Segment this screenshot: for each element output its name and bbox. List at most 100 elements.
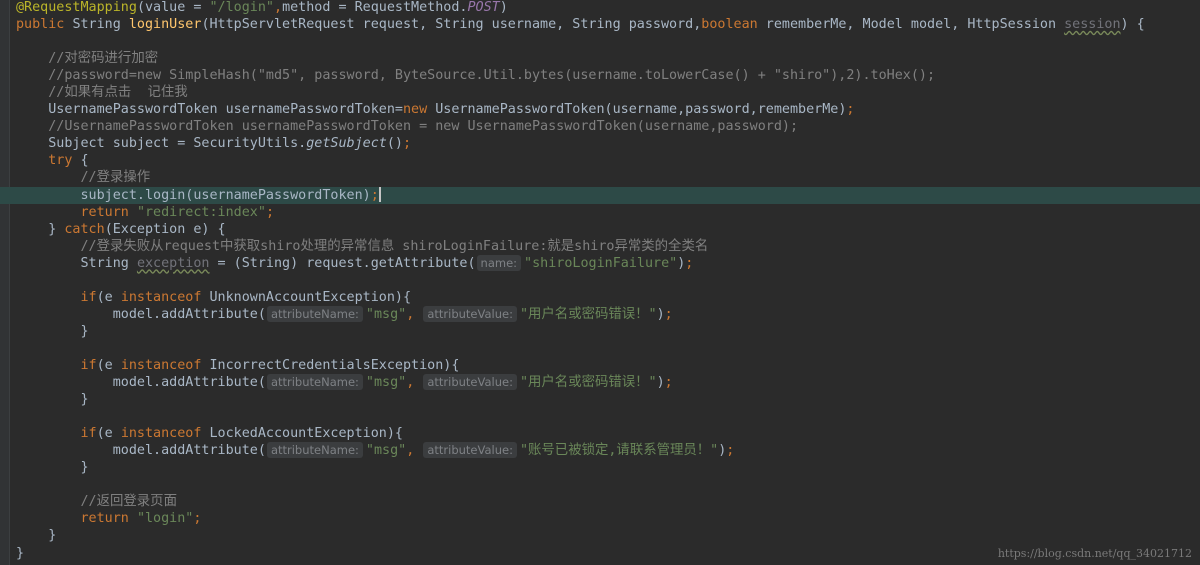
code-line-4[interactable]: //对密码进行加密: [16, 50, 1200, 67]
code-token: ,: [274, 0, 283, 15]
code-line-26[interactable]: if(e instanceof LockedAccountException){: [16, 425, 1200, 442]
code-token: }: [48, 221, 65, 237]
code-token: ;: [402, 136, 412, 152]
code-line-24[interactable]: }: [16, 391, 1200, 408]
param-hint: attributeName:: [266, 305, 363, 322]
code-line-10[interactable]: try {: [16, 152, 1200, 169]
code-line-20[interactable]: }: [16, 323, 1200, 340]
string-literal: "shiroLoginFailure": [524, 255, 678, 271]
constant-token: POST: [467, 0, 500, 15]
comment: //UsernamePasswordToken usernamePassword…: [48, 119, 799, 135]
param-hint: attributeName:: [266, 442, 363, 459]
code-line-25[interactable]: [16, 408, 1200, 425]
keyword-token: return: [80, 204, 137, 220]
string-literal: "/login": [209, 0, 275, 15]
code-line-18[interactable]: if(e instanceof UnknownAccountException)…: [16, 289, 1200, 306]
code-token: (HttpServletRequest request, String user…: [201, 17, 702, 33]
string-literal: "msg": [365, 306, 407, 322]
code-line-32[interactable]: }: [16, 527, 1200, 544]
code-line-1[interactable]: @RequestMapping(value = "/login",method …: [16, 0, 1200, 16]
code-token: ;: [726, 443, 735, 459]
code-line-23[interactable]: model.addAttribute(attributeName: "msg", …: [16, 374, 1200, 391]
code-line-9[interactable]: Subject subject = SecurityUtils.getSubje…: [16, 135, 1200, 152]
comment: //登录失败从request中获取shiro处理的异常信息 shiroLogin…: [80, 238, 709, 254]
code-line-2[interactable]: public String loginUser(HttpServletReque…: [16, 16, 1200, 33]
watermark-url: https://blog.csdn.net/qq_34021712: [997, 547, 1192, 560]
code-line-7[interactable]: UsernamePasswordToken usernamePasswordTo…: [16, 101, 1200, 118]
code-token: }: [80, 460, 89, 476]
unused-param: session: [1064, 17, 1121, 33]
code-line-21[interactable]: [16, 340, 1200, 357]
code-token: ;: [193, 511, 202, 527]
code-token: (): [386, 136, 403, 152]
string-literal: "redirect:index": [136, 204, 266, 220]
keyword-token: public: [16, 17, 73, 33]
code-token: UsernamePasswordToken usernamePasswordTo…: [48, 102, 403, 118]
code-token: ;: [664, 306, 673, 322]
code-token: ) {: [1120, 17, 1145, 33]
code-token: ;: [265, 204, 274, 220]
code-token: ;: [664, 375, 673, 391]
code-area[interactable]: @RequestMapping(value = "/login",method …: [0, 0, 1200, 562]
editor-gutter: [0, 0, 10, 565]
code-token: ,: [406, 443, 423, 459]
code-line-3[interactable]: [16, 33, 1200, 50]
code-token: }: [48, 528, 57, 544]
code-line-12-current[interactable]: subject.login(usernamePasswordToken);: [0, 186, 1200, 204]
string-literal: "账号已被锁定,请联系管理员！": [519, 443, 719, 459]
code-token: {: [80, 153, 89, 169]
code-token: }: [80, 392, 89, 408]
code-token: ;: [685, 255, 694, 271]
code-line-8[interactable]: //UsernamePasswordToken usernamePassword…: [16, 118, 1200, 135]
param-hint: attributeValue:: [423, 442, 517, 459]
code-line-17[interactable]: [16, 272, 1200, 289]
code-token: rememberMe, Model model, HttpSession: [765, 17, 1065, 33]
code-token: (value =: [136, 0, 210, 15]
unused-variable: exception: [136, 255, 210, 271]
param-hint: attributeName:: [266, 374, 363, 391]
code-line-27[interactable]: model.addAttribute(attributeName: "msg", …: [16, 442, 1200, 459]
string-literal: "login": [136, 511, 194, 527]
keyword-token: return: [80, 511, 137, 527]
code-token: (e: [96, 357, 121, 373]
code-token: model.addAttribute(: [112, 375, 266, 391]
keyword-token: new: [402, 102, 436, 118]
code-line-6[interactable]: //如果有点击 记住我: [16, 84, 1200, 101]
code-token: ): [656, 306, 665, 322]
keyword-token: boolean: [701, 17, 766, 33]
code-line-28[interactable]: }: [16, 459, 1200, 476]
code-token: model.addAttribute(: [112, 306, 266, 322]
code-line-30[interactable]: //返回登录页面: [16, 493, 1200, 510]
code-token: (Exception e) {: [104, 221, 226, 237]
code-line-29[interactable]: [16, 476, 1200, 493]
code-token: ;: [846, 102, 855, 118]
param-hint: name:: [476, 254, 522, 271]
code-line-19[interactable]: model.addAttribute(attributeName: "msg", …: [16, 305, 1200, 323]
code-line-16[interactable]: String exception = (String) request.getA…: [16, 254, 1200, 272]
param-hint: attributeValue:: [423, 305, 517, 322]
code-token: UnknownAccountException){: [209, 289, 412, 305]
code-token: }: [16, 545, 25, 561]
comment: //如果有点击 记住我: [48, 85, 188, 101]
code-token: = (String) request.getAttribute(: [209, 255, 476, 271]
keyword-token: instanceof: [120, 357, 210, 373]
string-literal: "msg": [365, 375, 407, 391]
code-line-13[interactable]: return "redirect:index";: [16, 204, 1200, 221]
comment: //password=new SimpleHash("md5", passwor…: [48, 68, 936, 84]
code-line-22[interactable]: if(e instanceof IncorrectCredentialsExce…: [16, 357, 1200, 374]
keyword-token: instanceof: [120, 426, 210, 442]
comment: //返回登录页面: [80, 494, 177, 510]
code-token: UsernamePasswordToken(username,password,…: [435, 102, 847, 118]
code-token: String: [72, 17, 129, 33]
code-token: }: [80, 323, 89, 339]
code-line-15[interactable]: //登录失败从request中获取shiro处理的异常信息 shiroLogin…: [16, 238, 1200, 255]
code-editor[interactable]: @RequestMapping(value = "/login",method …: [0, 0, 1200, 565]
method-call: getSubject: [306, 136, 387, 152]
code-token: ,: [406, 306, 423, 322]
code-line-14[interactable]: } catch(Exception e) {: [16, 221, 1200, 238]
code-token: ,: [406, 375, 423, 391]
code-line-5[interactable]: //password=new SimpleHash("md5", passwor…: [16, 67, 1200, 84]
code-line-31[interactable]: return "login";: [16, 510, 1200, 527]
code-token: String: [80, 255, 137, 271]
code-line-11[interactable]: //登录操作: [16, 169, 1200, 186]
